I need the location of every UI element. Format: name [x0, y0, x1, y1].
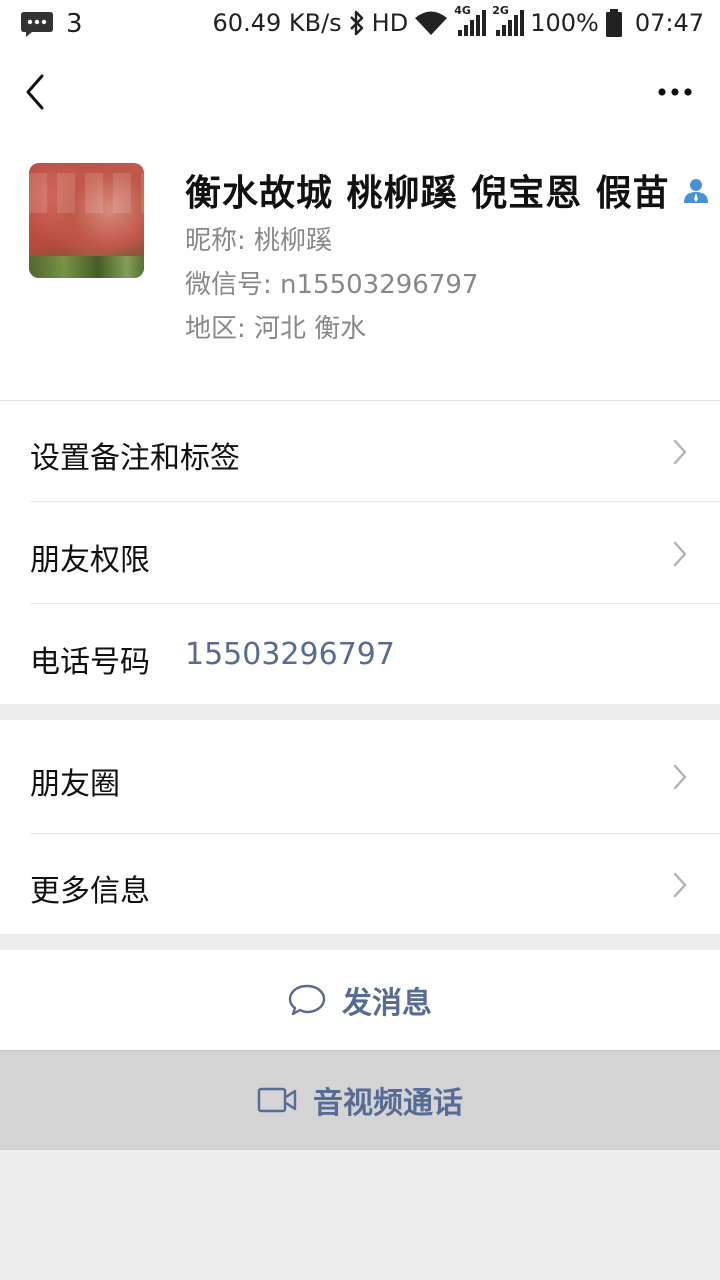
- signal-bars-icon: [496, 10, 525, 36]
- wechat-id: 微信号: n15503296797: [185, 270, 479, 300]
- back-arrow-icon[interactable]: [18, 70, 58, 114]
- phone-row: 电话号码 15503296797: [0, 604, 720, 705]
- send-message-label: 发消息: [342, 986, 432, 1021]
- signal-2g: 2G: [492, 4, 525, 38]
- avatar-leaves: [29, 256, 144, 278]
- display-name: 衡水故城 桃柳蹊 倪宝恩 假苗: [185, 173, 670, 214]
- friend-permissions-row[interactable]: 朋友权限: [0, 502, 720, 604]
- network-speed: 60.49 KB/s: [212, 9, 342, 37]
- status-right: 60.49 KB/s HD 4G 2G 100% 07:47: [212, 4, 704, 38]
- avatar[interactable]: [29, 163, 144, 278]
- person-icon: [683, 179, 708, 203]
- contact-profile-screen: 3 60.49 KB/s HD 4G 2G 100% 07:47 衡水故城 桃柳…: [0, 0, 720, 1280]
- chat-bubble-icon: [288, 984, 326, 1016]
- hd-indicator: HD: [371, 9, 409, 37]
- video-call-button[interactable]: 音视频通话: [0, 1050, 720, 1150]
- settings-group: 设置备注和标签 朋友权限 电话号码 15503296797: [0, 400, 720, 704]
- message-notification-icon: [21, 12, 53, 37]
- more-info-row[interactable]: 更多信息: [0, 834, 720, 934]
- wifi-icon: [415, 11, 448, 35]
- video-camera-icon: [257, 1087, 297, 1113]
- region: 地区: 河北 衡水: [185, 314, 367, 344]
- chevron-right-icon: [673, 764, 687, 790]
- avatar-watermark: [29, 173, 144, 213]
- status-left: 3: [20, 9, 83, 39]
- video-call-label: 音视频通话: [313, 1086, 463, 1121]
- name-row: 衡水故城 桃柳蹊 倪宝恩 假苗: [185, 164, 710, 216]
- remark-tags-row[interactable]: 设置备注和标签: [0, 401, 720, 502]
- navigation-bar: [0, 50, 720, 134]
- signal-4g: 4G: [454, 4, 487, 38]
- phone-label: 电话号码: [30, 645, 150, 680]
- battery-icon: [605, 9, 622, 37]
- more-info-label: 更多信息: [30, 874, 150, 909]
- moments-group: 朋友圈 更多信息: [0, 720, 720, 934]
- moments-label: 朋友圈: [30, 767, 120, 802]
- chevron-right-icon: [673, 872, 687, 898]
- nickname: 昵称: 桃柳蹊: [185, 226, 333, 256]
- signal-bars-icon: [458, 10, 487, 36]
- send-message-button[interactable]: 发消息: [0, 950, 720, 1050]
- chevron-right-icon: [673, 541, 687, 567]
- notification-count: 3: [66, 9, 83, 39]
- battery-percent: 100%: [530, 9, 599, 37]
- friend-permissions-label: 朋友权限: [30, 543, 150, 578]
- phone-number-link[interactable]: 15503296797: [185, 637, 395, 672]
- moments-row[interactable]: 朋友圈: [0, 720, 720, 834]
- chevron-right-icon: [673, 439, 687, 465]
- remark-tags-label: 设置备注和标签: [30, 441, 240, 476]
- status-bar: 3 60.49 KB/s HD 4G 2G 100% 07:47: [0, 0, 720, 50]
- bluetooth-icon: [349, 10, 363, 36]
- clock: 07:47: [634, 9, 704, 37]
- more-options-icon[interactable]: [650, 74, 700, 110]
- profile-header: 衡水故城 桃柳蹊 倪宝恩 假苗 昵称: 桃柳蹊 微信号: n1550329679…: [0, 134, 720, 400]
